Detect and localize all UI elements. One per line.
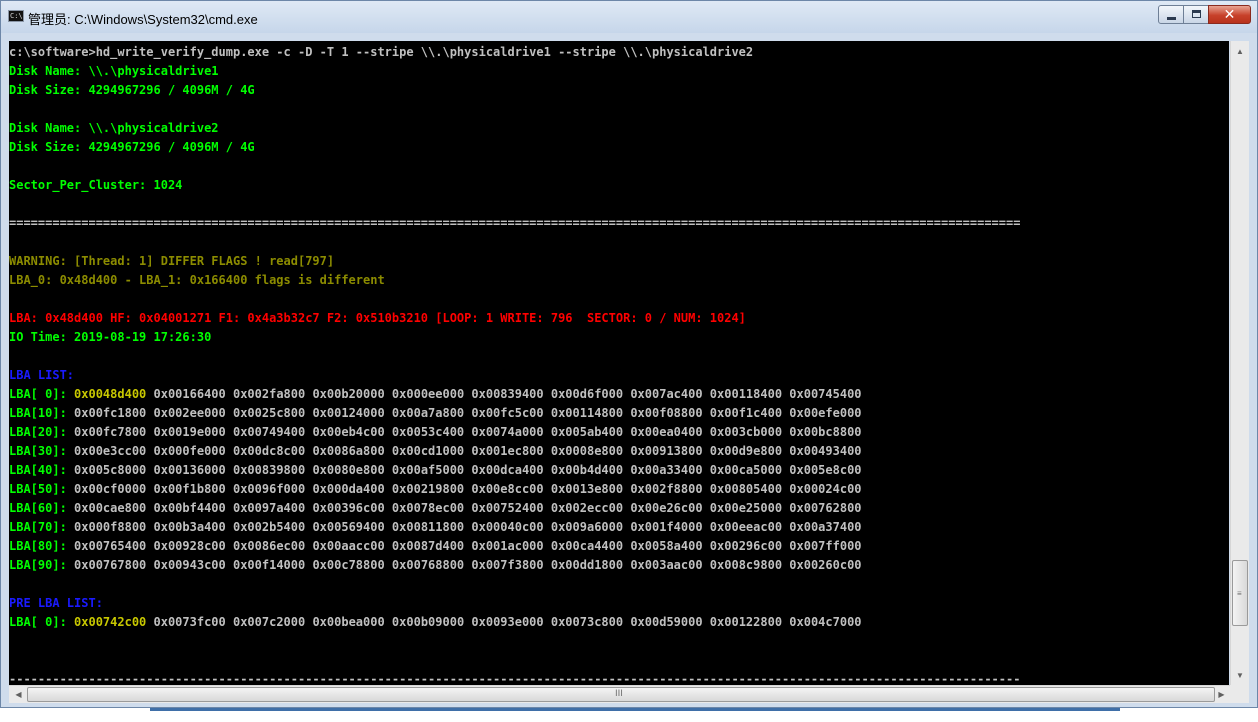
scroll-up-arrow-icon[interactable]: ▲ <box>1231 43 1249 60</box>
minimize-button[interactable] <box>1158 5 1184 24</box>
console-line: IO Time: 2019-08-19 17:26:30 <box>9 330 212 344</box>
console-line: LBA[80]: 0x00765400 0x00928c00 0x0086ec0… <box>9 537 862 555</box>
console-segment: LBA[70]: <box>9 520 75 534</box>
console-line: LBA[90]: 0x00767800 0x00943c00 0x00f1400… <box>9 556 862 574</box>
maximize-icon <box>1192 10 1201 18</box>
console-line: LBA[10]: 0x00fc1800 0x002ee000 0x0025c80… <box>9 404 862 422</box>
console-segment: LBA[ 0]: <box>9 387 75 401</box>
console-segment: 0x00166400 0x002fa800 0x00b20000 0x000ee… <box>146 387 862 401</box>
console-line: LBA[ 0]: 0x00742c00 0x0073fc00 0x007c200… <box>9 613 862 631</box>
size-grip[interactable] <box>1230 685 1249 703</box>
console-line: Disk Name: \\.\physicaldrive1 <box>9 64 219 78</box>
console-segment: 0x000f8800 0x00b3a400 0x002b5400 0x00569… <box>74 520 862 534</box>
close-icon: ✕ <box>1223 7 1236 23</box>
horizontal-scrollbar[interactable]: ◀ III ▶ <box>9 685 1230 703</box>
console-segment: 0x00742c00 <box>74 615 147 629</box>
horizontal-scroll-thumb[interactable]: III <box>27 687 1215 702</box>
console-line: LBA[20]: 0x00fc7800 0x0019e000 0x0074940… <box>9 423 862 441</box>
console-line: Disk Name: \\.\physicaldrive2 <box>9 121 219 135</box>
console-line: LBA_0: 0x48d400 - LBA_1: 0x166400 flags … <box>9 273 385 287</box>
console-line: Disk Size: 4294967296 / 4096M / 4G <box>9 83 255 97</box>
console-segment: LBA[20]: <box>9 425 75 439</box>
console-line: WARNING: [Thread: 1] DIFFER FLAGS ! read… <box>9 254 335 268</box>
console-line: LBA[30]: 0x00e3cc00 0x000fe000 0x00dc8c0… <box>9 442 862 460</box>
console-segment: 0x0048d400 <box>74 387 147 401</box>
vertical-scroll-thumb[interactable]: ≡ <box>1232 560 1248 626</box>
scroll-grip-icon: ≡ <box>1237 589 1242 598</box>
console-segment: LBA[ 0]: <box>9 615 75 629</box>
console-line: LBA[40]: 0x005c8000 0x00136000 0x0083980… <box>9 461 862 479</box>
scroll-down-arrow-icon[interactable]: ▼ <box>1231 667 1249 684</box>
scroll-left-arrow-icon[interactable]: ◀ <box>10 686 27 703</box>
console-line: c:\software>hd_write_verify_dump.exe -c … <box>9 45 754 59</box>
console-line: Disk Size: 4294967296 / 4096M / 4G <box>9 140 255 154</box>
console-segment: 0x0073fc00 0x007c2000 0x00bea000 0x00b09… <box>146 615 862 629</box>
caption-buttons: ✕ <box>1158 5 1251 25</box>
console-segment: LBA[40]: <box>9 463 75 477</box>
scroll-grip-label: III <box>615 689 623 699</box>
console-segment: LBA[10]: <box>9 406 75 420</box>
console-line: PRE LBA LIST: <box>9 596 103 610</box>
console-line: LBA[70]: 0x000f8800 0x00b3a400 0x002b540… <box>9 518 862 536</box>
minimize-icon <box>1167 17 1176 20</box>
console-line: ========================================… <box>9 216 1021 230</box>
console-segment: LBA[60]: <box>9 501 75 515</box>
console-segment: LBA[30]: <box>9 444 75 458</box>
console-segment: 0x00767800 0x00943c00 0x00f14000 0x00c78… <box>74 558 862 572</box>
console-line: Sector_Per_Cluster: 1024 <box>9 178 183 192</box>
console-segment: LBA[90]: <box>9 558 75 572</box>
console-line: LBA[50]: 0x00cf0000 0x00f1b800 0x0096f00… <box>9 480 862 498</box>
console-line: ----------------------------------------… <box>9 672 1021 685</box>
cmd-window: C:\ 管理员: C:\Windows\System32\cmd.exe ✕ c… <box>0 0 1258 708</box>
taskbar-edge <box>150 708 1120 711</box>
maximize-button[interactable] <box>1183 5 1209 24</box>
console-output[interactable]: c:\software>hd_write_verify_dump.exe -c … <box>9 41 1229 685</box>
console-line: LBA: 0x48d400 HF: 0x04001271 F1: 0x4a3b3… <box>9 311 746 325</box>
console-line: LBA[60]: 0x00cae800 0x00bf4400 0x0097a40… <box>9 499 862 517</box>
console-segment: 0x00cf0000 0x00f1b800 0x0096f000 0x000da… <box>74 482 862 496</box>
console-segment: 0x00fc7800 0x0019e000 0x00749400 0x00eb4… <box>74 425 862 439</box>
scroll-right-arrow-icon[interactable]: ▶ <box>1213 686 1230 703</box>
vertical-scrollbar[interactable]: ▲ ≡ ▼ <box>1230 41 1249 685</box>
cmd-app-icon[interactable]: C:\ <box>8 10 24 22</box>
console-segment: LBA[80]: <box>9 539 75 553</box>
console-line: LBA LIST: <box>9 368 75 382</box>
console-segment: 0x00765400 0x00928c00 0x0086ec00 0x00aac… <box>74 539 862 553</box>
console-segment: 0x00cae800 0x00bf4400 0x0097a400 0x00396… <box>74 501 862 515</box>
console-segment: 0x00e3cc00 0x000fe000 0x00dc8c00 0x0086a… <box>74 444 862 458</box>
console-segment: 0x005c8000 0x00136000 0x00839800 0x0080e… <box>74 463 862 477</box>
console-segment: LBA[50]: <box>9 482 75 496</box>
title-bar[interactable]: C:\ 管理员: C:\Windows\System32\cmd.exe ✕ <box>1 1 1257 33</box>
console-line: LBA[ 0]: 0x0048d400 0x00166400 0x002fa80… <box>9 385 862 403</box>
close-button[interactable]: ✕ <box>1208 5 1251 24</box>
console-segment: 0x00fc1800 0x002ee000 0x0025c800 0x00124… <box>74 406 862 420</box>
window-title: 管理员: C:\Windows\System32\cmd.exe <box>28 12 258 27</box>
